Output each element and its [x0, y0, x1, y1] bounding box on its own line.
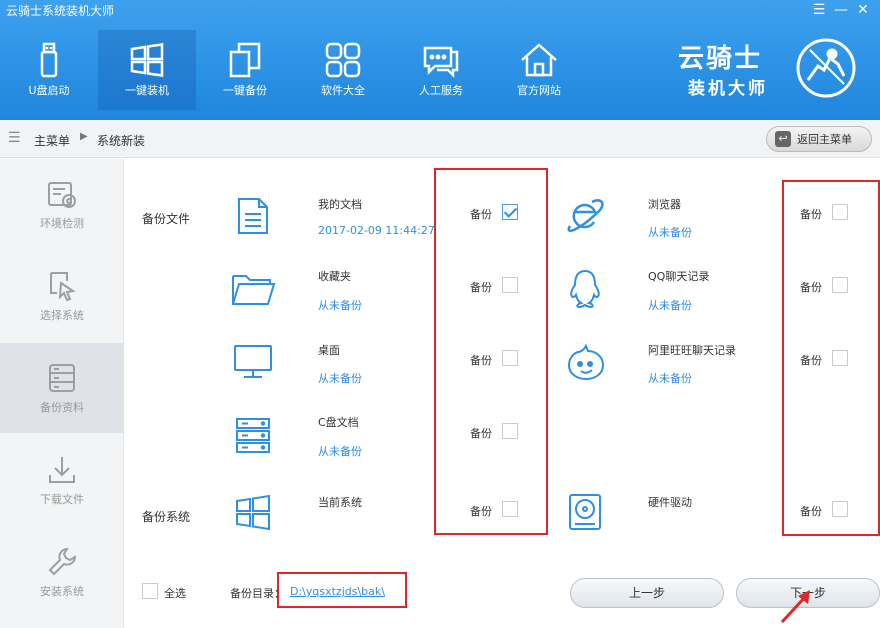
nav-label: U盘启动	[28, 84, 70, 97]
breadcrumb-current: 系统新装	[97, 134, 146, 148]
sidebar-item-download[interactable]: 下载文件	[0, 435, 124, 525]
sidebar-label: 环境检测	[40, 217, 84, 230]
nav-label: 官方网站	[517, 84, 561, 97]
brand-subtitle: 装机大师	[688, 79, 768, 99]
annotation-arrow-icon	[780, 590, 810, 624]
sidebar-label: 安装系统	[40, 585, 84, 598]
header-bar: 云骑士系统装机大师 ☰ — ✕ U盘启动 一键装机 一键备份 软件大全 人工服务…	[0, 0, 880, 120]
wrench-icon	[48, 547, 77, 576]
annotation-box-right-checkboxes	[782, 180, 880, 536]
sidebar-item-environment-check[interactable]: 环境检测	[0, 159, 124, 249]
item-status-qq: 从未备份	[648, 299, 692, 312]
select-all-checkbox[interactable]	[142, 583, 158, 599]
back-button-label: 返回主菜单	[797, 133, 852, 146]
app-title: 云骑士系统装机大师	[6, 4, 115, 18]
menu-icon[interactable]: ☰	[808, 0, 830, 20]
nav-one-click-install[interactable]: 一键装机	[98, 30, 196, 110]
back-arrow-icon: ↩	[775, 131, 791, 147]
folder-icon	[232, 275, 276, 305]
usb-drive-icon	[40, 42, 58, 78]
knight-logo-icon	[796, 38, 856, 98]
copy-icon	[229, 42, 261, 78]
item-status-desktop: 从未备份	[318, 372, 362, 385]
nav-label: 一键装机	[125, 84, 169, 97]
hard-disk-icon	[569, 494, 601, 530]
grid-apps-icon	[325, 42, 361, 78]
top-nav: U盘启动 一键装机 一键备份 软件大全 人工服务 官方网站	[0, 30, 588, 110]
breadcrumb: ☰ 主菜单 ▶ 系统新装 ↩ 返回主菜单	[0, 120, 880, 158]
nav-usb-boot[interactable]: U盘启动	[0, 30, 98, 110]
item-name-browser: 浏览器	[648, 198, 681, 211]
backup-files-section-label: 备份文件	[142, 212, 191, 226]
backup-dir-link[interactable]: D:\yqsxtzjds\bak\	[290, 585, 385, 598]
ie-browser-icon	[567, 199, 604, 232]
item-name-hardware-driver: 硬件驱动	[648, 496, 692, 509]
wangwang-icon	[567, 343, 605, 381]
breadcrumb-separator: ▶	[80, 131, 88, 142]
item-status-c-drive-docs: 从未备份	[318, 445, 362, 458]
breadcrumb-home[interactable]: 主菜单	[34, 132, 70, 149]
nav-service[interactable]: 人工服务	[392, 30, 490, 110]
sidebar-item-select-system[interactable]: 选择系统	[0, 251, 124, 341]
sidebar: 环境检测 选择系统 备份资料 下载文件 安装系统	[0, 159, 124, 628]
item-status-documents: 2017-02-09 11:44:27	[318, 224, 435, 237]
close-icon[interactable]: ✕	[852, 0, 874, 20]
nav-label: 软件大全	[321, 84, 365, 97]
item-name-desktop: 桌面	[318, 344, 340, 357]
qq-penguin-icon	[570, 269, 600, 309]
chat-icon	[423, 46, 459, 79]
windows-icon	[130, 43, 164, 77]
sidebar-label: 下载文件	[40, 493, 84, 506]
server-icon	[236, 418, 270, 453]
item-name-qq: QQ聊天记录	[648, 270, 710, 283]
item-name-favorites: 收藏夹	[318, 270, 351, 283]
item-status-favorites: 从未备份	[318, 299, 362, 312]
minimize-icon[interactable]: —	[830, 0, 852, 20]
monitor-icon	[234, 345, 272, 378]
home-icon	[521, 43, 557, 77]
back-to-main-button[interactable]: ↩ 返回主菜单	[766, 126, 872, 152]
list-icon: ☰	[8, 130, 21, 146]
nav-label: 一键备份	[223, 84, 267, 97]
annotation-box-left-checkboxes	[434, 168, 548, 535]
item-name-documents: 我的文档	[318, 198, 362, 211]
sidebar-item-install-system[interactable]: 安装系统	[0, 527, 124, 617]
backup-system-section-label: 备份系统	[142, 510, 191, 524]
sidebar-label: 选择系统	[40, 309, 84, 322]
nav-website[interactable]: 官方网站	[490, 30, 588, 110]
nav-label: 人工服务	[419, 84, 463, 97]
nav-software[interactable]: 软件大全	[294, 30, 392, 110]
brand-name: 云骑士	[678, 44, 763, 74]
item-status-wangwang: 从未备份	[648, 372, 692, 385]
sidebar-item-backup-data[interactable]: 备份资料	[0, 343, 124, 433]
item-name-wangwang: 阿里旺旺聊天记录	[648, 344, 736, 357]
download-icon	[49, 457, 75, 483]
select-all-label: 全选	[164, 587, 186, 600]
item-name-current-system: 当前系统	[318, 496, 362, 509]
sidebar-label: 备份资料	[40, 401, 84, 414]
environment-check-icon	[48, 182, 76, 208]
backup-dir-label: 备份目录：	[230, 587, 285, 600]
prev-step-button[interactable]: 上一步	[570, 578, 724, 608]
backup-list-icon	[49, 364, 75, 392]
windows-icon	[236, 494, 270, 531]
window-controls: ☰ — ✕	[808, 0, 874, 20]
brand: 云骑士 装机大师	[678, 32, 858, 102]
item-name-c-drive-docs: C盘文档	[318, 416, 359, 429]
item-status-browser: 从未备份	[648, 226, 692, 239]
select-cursor-icon	[50, 272, 76, 302]
document-icon	[238, 198, 268, 234]
nav-one-click-backup[interactable]: 一键备份	[196, 30, 294, 110]
